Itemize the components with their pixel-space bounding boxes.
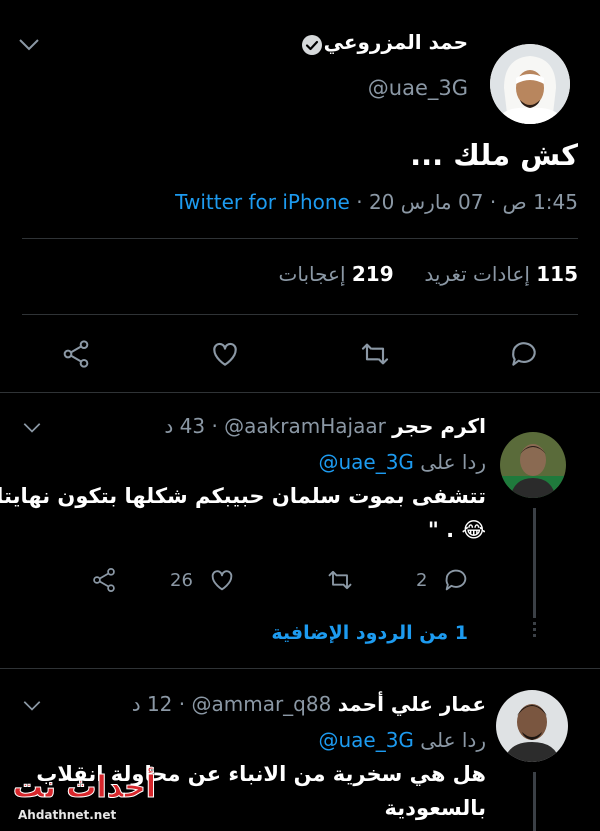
- likes-stat[interactable]: 219 إعجابات: [279, 262, 394, 286]
- likes-label: إعجابات: [278, 262, 346, 286]
- like-icon[interactable]: [209, 338, 241, 370]
- author-name[interactable]: حمد المزروعي: [324, 30, 468, 54]
- chevron-down-icon[interactable]: [22, 700, 42, 712]
- reply-to-label: ردا على: [420, 450, 486, 474]
- reply-to-handle[interactable]: @uae_3G: [318, 450, 413, 474]
- reply-author-name[interactable]: اكرم حجر: [392, 414, 486, 438]
- share-icon[interactable]: [60, 338, 92, 370]
- reply-time: 43 د: [164, 414, 206, 438]
- divider: [22, 314, 578, 315]
- reply-handle[interactable]: @aakramHajaar: [224, 414, 386, 438]
- verified-badge-icon: [301, 34, 323, 56]
- thread-line: [533, 508, 536, 618]
- tweet-time: 1:45 ص: [502, 190, 578, 214]
- watermark-url: Ahdathnet.net: [18, 808, 117, 822]
- retweets-stat[interactable]: 115 إعادات تغريد: [418, 262, 578, 286]
- tweet-source[interactable]: Twitter for iPhone: [175, 190, 350, 214]
- chevron-down-icon[interactable]: [22, 422, 42, 434]
- tweet-meta: Twitter for iPhone · 07 مارس 20 · 1:45 ص: [175, 190, 578, 214]
- reply-text-line2: بالسعودية: [384, 796, 486, 820]
- retweet-icon[interactable]: [326, 566, 354, 594]
- reply-to-line: @uae_3G ردا على: [318, 728, 486, 752]
- reply-count: 2: [416, 570, 428, 591]
- share-icon[interactable]: [90, 566, 118, 594]
- reply-icon[interactable]: [508, 338, 540, 370]
- reply-time: 12 د: [131, 692, 173, 716]
- retweet-icon[interactable]: [358, 338, 392, 370]
- reply-to-label: ردا على: [420, 728, 486, 752]
- thread-line: [533, 772, 536, 831]
- thread-dots: [533, 622, 536, 638]
- divider: [22, 238, 578, 239]
- reply-to-line: @uae_3G ردا على: [318, 450, 486, 474]
- tweet-date: 07 مارس 20: [368, 190, 484, 214]
- reply-author-avatar[interactable]: [500, 432, 566, 498]
- reply-header: 43 د · @aakramHajaar اكرم حجر: [164, 414, 486, 438]
- tweet-text: كش ملك ...: [410, 138, 578, 172]
- reply-author-name[interactable]: عمار علي أحمد: [338, 692, 486, 716]
- reply-icon[interactable]: [442, 566, 470, 594]
- chevron-down-icon[interactable]: [18, 38, 40, 52]
- reply-handle[interactable]: @ammar_q88: [191, 692, 331, 716]
- author-avatar[interactable]: [490, 44, 570, 124]
- likes-count: 219: [351, 262, 394, 286]
- watermark-logo-text: أحداث نت: [12, 770, 156, 806]
- tweet-stats: 115 إعادات تغريد 219 إعجابات: [279, 262, 578, 286]
- retweets-label: إعادات تغريد: [424, 262, 530, 286]
- show-more-replies-link[interactable]: 1 من الردود الإضافية: [271, 622, 468, 644]
- divider: [0, 392, 600, 393]
- like-count: 26: [170, 570, 193, 591]
- reply-text-line1: تتشفى بموت سلمان حبيبكم شكلها بتكون نهاي…: [0, 484, 486, 508]
- watermark-logo: أحداث نت Ahdathnet.net: [4, 768, 164, 828]
- like-icon[interactable]: [208, 566, 236, 594]
- retweets-count: 115: [536, 262, 578, 286]
- reply-text-line2: " . 😂: [427, 518, 486, 542]
- divider: [0, 668, 600, 669]
- reply-header: 12 د · @ammar_q88 عمار علي أحمد: [131, 692, 486, 716]
- author-handle[interactable]: @uae_3G: [368, 76, 468, 100]
- reply-to-handle[interactable]: @uae_3G: [318, 728, 413, 752]
- reply-author-avatar[interactable]: [496, 690, 568, 762]
